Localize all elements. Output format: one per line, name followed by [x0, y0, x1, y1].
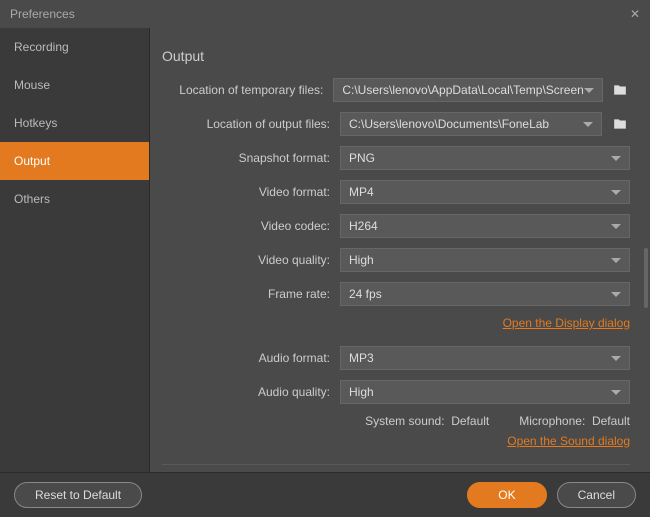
- folder-icon[interactable]: [610, 116, 630, 132]
- temp-files-select[interactable]: C:\Users\lenovo\AppData\Local\Temp\Scree…: [333, 78, 602, 102]
- chevron-down-icon: [611, 224, 621, 229]
- sidebar-item-others[interactable]: Others: [0, 180, 149, 218]
- sidebar-item-mouse[interactable]: Mouse: [0, 66, 149, 104]
- video-quality-select[interactable]: High: [340, 248, 630, 272]
- chevron-down-icon: [611, 156, 621, 161]
- reset-button[interactable]: Reset to Default: [14, 482, 142, 508]
- microphone-label: Microphone:: [519, 414, 585, 428]
- output-files-label: Location of output files:: [162, 117, 340, 131]
- frame-rate-select[interactable]: 24 fps: [340, 282, 630, 306]
- audio-quality-value: High: [349, 385, 374, 399]
- ok-button[interactable]: OK: [467, 482, 546, 508]
- video-quality-value: High: [349, 253, 374, 267]
- sidebar-item-output[interactable]: Output: [0, 142, 149, 180]
- main-panel: Output Location of temporary files: C:\U…: [150, 28, 650, 472]
- system-sound-value: Default: [451, 414, 489, 428]
- scrollbar[interactable]: [644, 248, 648, 308]
- microphone-value: Default: [592, 414, 630, 428]
- video-codec-label: Video codec:: [162, 219, 340, 233]
- chevron-down-icon: [611, 292, 621, 297]
- divider: [162, 464, 630, 465]
- audio-info-row: System sound: Default Microphone: Defaul…: [162, 414, 630, 428]
- folder-icon[interactable]: [611, 82, 630, 98]
- sidebar-item-recording[interactable]: Recording: [0, 28, 149, 66]
- system-sound-label: System sound:: [365, 414, 444, 428]
- video-format-label: Video format:: [162, 185, 340, 199]
- chevron-down-icon: [611, 390, 621, 395]
- output-files-value: C:\Users\lenovo\Documents\FoneLab: [349, 117, 549, 131]
- chevron-down-icon: [611, 258, 621, 263]
- snapshot-format-label: Snapshot format:: [162, 151, 340, 165]
- video-codec-value: H264: [349, 219, 378, 233]
- chevron-down-icon: [583, 122, 593, 127]
- output-files-select[interactable]: C:\Users\lenovo\Documents\FoneLab: [340, 112, 602, 136]
- titlebar: Preferences ✕: [0, 0, 650, 28]
- section-output-heading: Output: [162, 48, 630, 64]
- chevron-down-icon: [611, 190, 621, 195]
- temp-files-label: Location of temporary files:: [162, 83, 333, 97]
- chevron-down-icon: [611, 356, 621, 361]
- video-format-value: MP4: [349, 185, 374, 199]
- video-quality-label: Video quality:: [162, 253, 340, 267]
- cancel-button[interactable]: Cancel: [557, 482, 636, 508]
- open-sound-dialog-link[interactable]: Open the Sound dialog: [507, 434, 630, 448]
- frame-rate-value: 24 fps: [349, 287, 382, 301]
- sidebar: Recording Mouse Hotkeys Output Others: [0, 28, 150, 472]
- chevron-down-icon: [584, 88, 594, 93]
- frame-rate-label: Frame rate:: [162, 287, 340, 301]
- close-icon[interactable]: ✕: [630, 7, 640, 21]
- open-display-dialog-link[interactable]: Open the Display dialog: [503, 316, 630, 330]
- audio-quality-label: Audio quality:: [162, 385, 340, 399]
- audio-format-select[interactable]: MP3: [340, 346, 630, 370]
- audio-format-label: Audio format:: [162, 351, 340, 365]
- audio-format-value: MP3: [349, 351, 374, 365]
- video-format-select[interactable]: MP4: [340, 180, 630, 204]
- video-codec-select[interactable]: H264: [340, 214, 630, 238]
- footer: Reset to Default OK Cancel: [0, 472, 650, 517]
- sidebar-item-hotkeys[interactable]: Hotkeys: [0, 104, 149, 142]
- snapshot-format-value: PNG: [349, 151, 375, 165]
- temp-files-value: C:\Users\lenovo\AppData\Local\Temp\Scree…: [342, 83, 583, 97]
- audio-quality-select[interactable]: High: [340, 380, 630, 404]
- window-title: Preferences: [10, 7, 75, 21]
- snapshot-format-select[interactable]: PNG: [340, 146, 630, 170]
